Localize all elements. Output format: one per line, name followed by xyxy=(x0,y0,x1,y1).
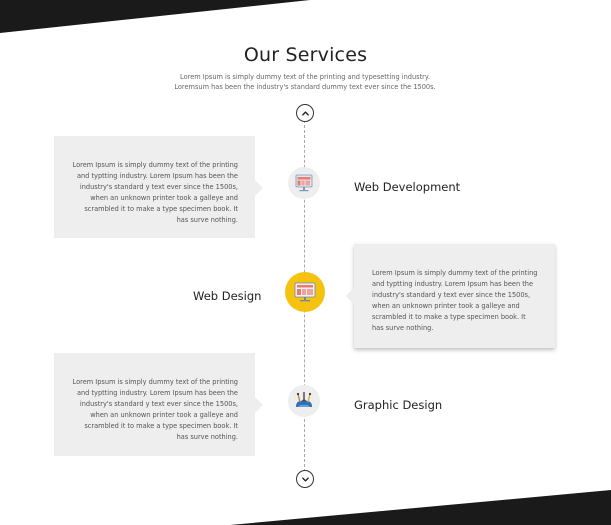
service-label-web-design[interactable]: Web Design xyxy=(193,289,261,303)
service-label-graphic-design[interactable]: Graphic Design xyxy=(354,398,442,412)
top-left-corner-decoration xyxy=(0,0,310,33)
section-title: Our Services xyxy=(243,44,368,66)
chevron-up-icon xyxy=(301,110,309,116)
service-description-text: Lorem Ipsum is simply dummy text of the … xyxy=(72,378,238,441)
service-description-text: Lorem Ipsum is simply dummy text of the … xyxy=(372,269,538,332)
service-description-card: Lorem Ipsum is simply dummy text of the … xyxy=(54,136,263,238)
chevron-down-icon xyxy=(301,476,309,482)
service-description-card: Lorem Ipsum is simply dummy text of the … xyxy=(54,353,263,456)
bottom-right-corner-decoration xyxy=(230,490,611,525)
timeline-node-graphic-design[interactable] xyxy=(288,385,320,417)
service-label-web-development[interactable]: Web Development xyxy=(354,180,460,194)
timeline-node-web-design[interactable] xyxy=(285,272,325,312)
web-development-icon xyxy=(295,174,313,192)
service-description-text: Lorem Ipsum is simply dummy text of the … xyxy=(72,161,238,224)
web-design-icon xyxy=(294,282,316,302)
graphic-design-icon xyxy=(296,391,312,407)
timeline-node-web-development[interactable] xyxy=(288,167,320,199)
section-subtitle: Lorem Ipsum is simply dummy text of the … xyxy=(174,73,436,91)
service-description-card: Lorem Ipsum is simply dummy text of the … xyxy=(346,244,555,348)
scroll-up-button[interactable] xyxy=(296,104,314,122)
